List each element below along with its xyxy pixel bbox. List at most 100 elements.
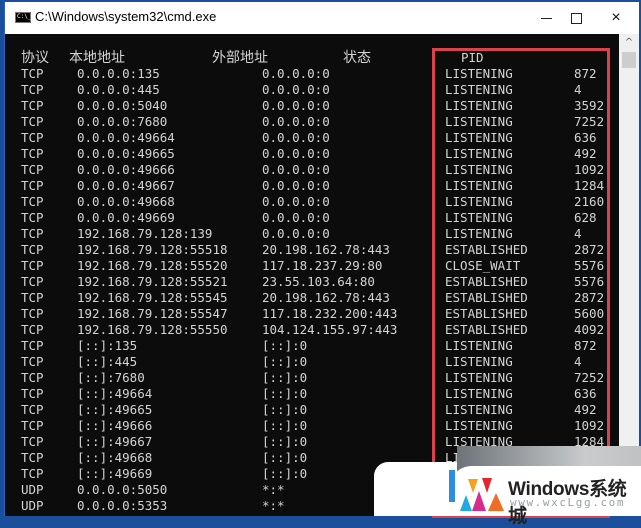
console-output[interactable]: 协议 本地地址 外部地址 状态 PID TCP 0.0.0.0:135 0.0.0.… (5, 34, 619, 516)
cell-local: 192.168.79.128:55550 (77, 322, 228, 337)
cell-state: ESTABLISHED (445, 290, 528, 305)
header-state: 状态 (343, 50, 371, 66)
netstat-row: TCP 192.168.79.128:139 0.0.0.0:0 LISTENING 4 (5, 226, 619, 242)
netstat-row: TCP 192.168.79.128:55550 104.124.155.97:44… (5, 322, 619, 338)
cell-proto: TCP (21, 66, 44, 81)
cell-pid: 492 (574, 146, 597, 161)
maximize-icon (570, 12, 582, 24)
cell-pid: 7252 (574, 114, 605, 129)
cell-state: LISTENING (445, 354, 513, 369)
cell-state: LISTENING (445, 98, 513, 113)
close-icon: × (611, 9, 621, 26)
cell-foreign: 117.18.232.200:443 (262, 306, 398, 321)
close-button[interactable]: × (593, 2, 639, 34)
cell-foreign: [::]:0 (262, 466, 308, 481)
cell-foreign: [::]:0 (262, 370, 308, 385)
cell-pid: 636 (574, 386, 597, 401)
header-local-address: 本地地址 (69, 50, 125, 66)
cell-foreign: [::]:0 (262, 386, 308, 401)
cell-local: 192.168.79.128:55521 (77, 274, 228, 289)
cell-proto: TCP (21, 178, 44, 193)
cell-state: LISTENING (445, 146, 513, 161)
cell-proto: TCP (21, 274, 44, 289)
cell-state: LISTENING (445, 178, 513, 193)
netstat-row: TCP [::]:7680 [::]:0 LISTENING 7252 (5, 370, 619, 386)
cell-foreign: [::]:0 (262, 402, 308, 417)
cell-state: ESTABLISHED (445, 322, 528, 337)
cell-proto: TCP (21, 306, 44, 321)
cell-proto: TCP (21, 290, 44, 305)
cell-pid: 7252 (574, 370, 605, 385)
cell-foreign: 23.55.103.64:80 (262, 274, 375, 289)
cell-foreign: [::]:0 (262, 434, 308, 449)
cell-foreign: 0.0.0.0:0 (262, 66, 330, 81)
cell-pid: 628 (574, 210, 597, 225)
cell-local: 192.168.79.128:55520 (77, 258, 228, 273)
cell-proto: TCP (21, 258, 44, 273)
cell-pid: 3592 (574, 98, 605, 113)
scroll-up-arrow-icon[interactable]: ^ (619, 36, 639, 50)
cell-foreign: [::]:0 (262, 354, 308, 369)
cell-local: 0.0.0.0:5353 (77, 498, 168, 513)
cell-local: 0.0.0.0:49669 (77, 210, 175, 225)
cell-pid: 872 (574, 66, 597, 81)
netstat-row: TCP 192.168.79.128:55547 117.18.232.200:44… (5, 306, 619, 322)
cell-local: [::]:7680 (77, 370, 145, 385)
cell-local: 0.0.0.0:49664 (77, 130, 175, 145)
cell-state: CLOSE_WAIT (445, 258, 521, 273)
cell-pid: 492 (574, 402, 597, 417)
cell-proto: TCP (21, 226, 44, 241)
netstat-header-row: 协议 本地地址 外部地址 状态 PID (5, 50, 619, 66)
cell-state: ESTABLISHED (445, 274, 528, 289)
cell-state: LISTENING (445, 66, 513, 81)
cell-local: [::]:49668 (77, 450, 153, 465)
cell-local: 0.0.0.0:135 (77, 66, 160, 81)
cell-pid: 4092 (574, 322, 605, 337)
cell-pid: 4 (574, 82, 582, 97)
cell-local: [::]:49667 (77, 434, 153, 449)
netstat-row: TCP [::]:49664 [::]:0 LISTENING 636 (5, 386, 619, 402)
cell-pid: 2872 (574, 290, 605, 305)
cell-proto: TCP (21, 418, 44, 433)
cell-proto: UDP (21, 498, 44, 513)
cell-local: [::]:49666 (77, 418, 153, 433)
cell-foreign: 20.198.162.78:443 (262, 242, 390, 257)
netstat-row: TCP 0.0.0.0:49669 0.0.0.0:0 LISTENING 628 (5, 210, 619, 226)
cell-local: 0.0.0.0:7680 (77, 114, 168, 129)
netstat-row: TCP 0.0.0.0:49666 0.0.0.0:0 LISTENING 1092 (5, 162, 619, 178)
cell-foreign: 0.0.0.0:0 (262, 194, 330, 209)
netstat-row: TCP 192.168.79.128:55545 20.198.162.78:443… (5, 290, 619, 306)
cell-proto: TCP (21, 354, 44, 369)
cell-pid: 2872 (574, 242, 605, 257)
vertical-scrollbar[interactable]: ^ (619, 34, 639, 516)
cell-foreign: *:* (262, 498, 285, 513)
cell-proto: TCP (21, 162, 44, 177)
cell-local: 192.168.79.128:139 (77, 226, 213, 241)
scroll-thumb[interactable] (622, 52, 636, 68)
cell-pid: 1092 (574, 418, 605, 433)
cell-local: 192.168.79.128:55518 (77, 242, 228, 257)
cell-state: LISTENING (445, 418, 513, 433)
cell-state: LISTENING (445, 162, 513, 177)
title-bar[interactable]: C:\_ C:\Windows\system32\cmd.exe × (5, 2, 639, 34)
cell-proto: TCP (21, 402, 44, 417)
cell-foreign: 0.0.0.0:0 (262, 98, 330, 113)
header-proto: 协议 (21, 50, 49, 66)
cell-proto: TCP (21, 450, 44, 465)
cell-foreign: 104.124.155.97:443 (262, 322, 398, 337)
cell-local: [::]:445 (77, 354, 138, 369)
cell-foreign: 0.0.0.0:0 (262, 146, 330, 161)
cell-state: LISTENING (445, 194, 513, 209)
cell-proto: TCP (21, 242, 44, 257)
cell-foreign: 0.0.0.0:0 (262, 162, 330, 177)
cell-pid: 872 (574, 338, 597, 353)
netstat-row: TCP [::]:135 [::]:0 LISTENING 872 (5, 338, 619, 354)
cell-foreign: [::]:0 (262, 338, 308, 353)
netstat-row: TCP 0.0.0.0:135 0.0.0.0:0 LISTENING 872 (5, 66, 619, 82)
cell-proto: TCP (21, 146, 44, 161)
cell-state: ESTABLISHED (445, 306, 528, 321)
netstat-row: TCP 0.0.0.0:5040 0.0.0.0:0 LISTENING 3592 (5, 98, 619, 114)
cell-pid: 5576 (574, 274, 605, 289)
cell-local: 0.0.0.0:445 (77, 82, 160, 97)
cell-pid: 4 (574, 226, 582, 241)
